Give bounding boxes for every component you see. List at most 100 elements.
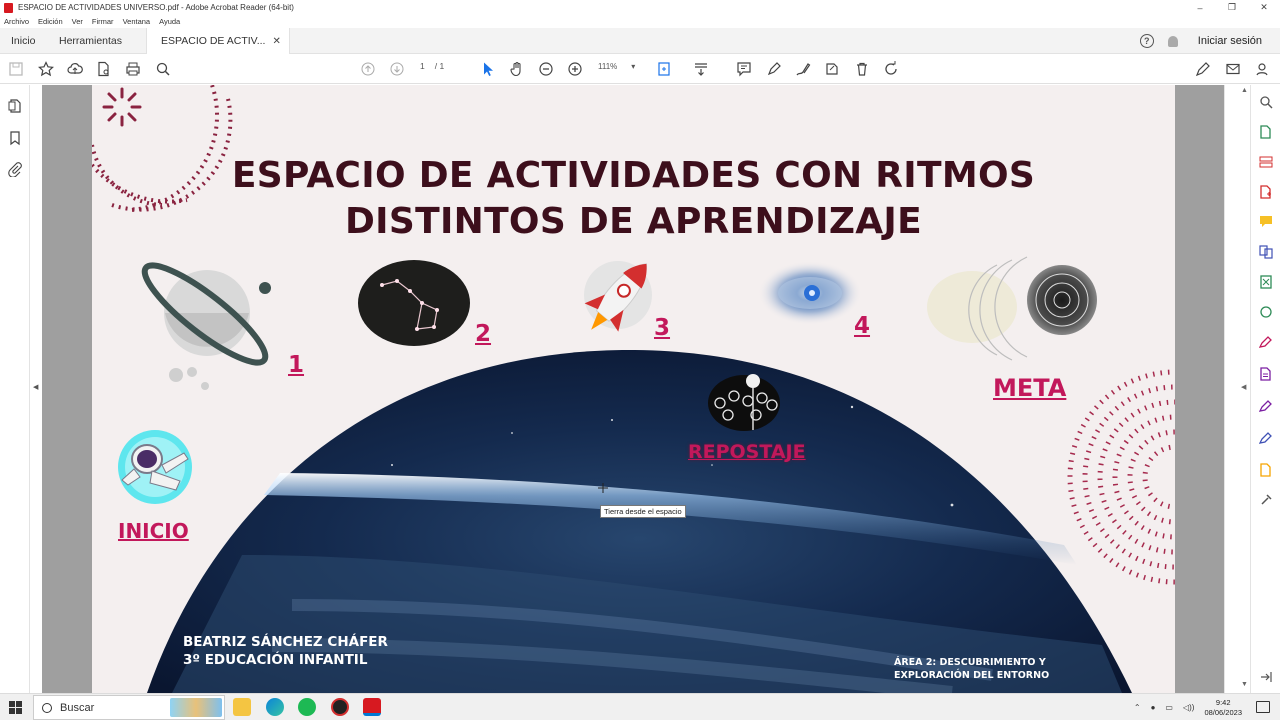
excel-export-icon[interactable] <box>1259 275 1273 289</box>
comment-icon[interactable] <box>735 60 753 78</box>
zoom-value: 111% <box>598 62 618 71</box>
acrobat-taskbar-icon[interactable] <box>363 698 381 716</box>
edit-pdf-icon[interactable] <box>1194 60 1212 78</box>
chevron-up-icon[interactable]: ⌃ <box>1134 703 1141 712</box>
menu-firmar[interactable]: Firmar <box>92 17 114 26</box>
zoom-select[interactable]: 111% ▾ <box>598 62 635 71</box>
sign-in-button[interactable]: Iniciar sesión <box>1198 35 1262 47</box>
menu-edicion[interactable]: Edición <box>38 17 63 26</box>
delete-icon[interactable] <box>853 60 871 78</box>
rotate-icon[interactable] <box>882 60 900 78</box>
menu-ventana[interactable]: Ventana <box>123 17 151 26</box>
menu-ayuda[interactable]: Ayuda <box>159 17 180 26</box>
goal-link[interactable]: META <box>993 374 1066 402</box>
curriculum-area: ÁREA 2: DESCUBRIMIENTO Y EXPLORACIÓN DEL… <box>894 656 1049 682</box>
scroll-up-icon[interactable]: ▲ <box>1241 87 1248 94</box>
print-icon[interactable] <box>124 60 142 78</box>
network-icon[interactable]: ▭ <box>1165 703 1173 712</box>
page-fit-icon[interactable] <box>656 60 674 78</box>
comment-tool-icon[interactable] <box>1259 215 1273 229</box>
chevron-down-icon: ▾ <box>631 62 636 71</box>
start-link[interactable]: INICIO <box>118 519 189 543</box>
menu-ver[interactable]: Ver <box>72 17 83 26</box>
close-button[interactable]: ✕ <box>1248 0 1280 15</box>
save-icon[interactable] <box>7 60 25 78</box>
organize-pages-icon[interactable] <box>1259 155 1273 169</box>
scroll-mode-icon[interactable] <box>692 60 710 78</box>
galaxy-4-image[interactable] <box>758 261 862 325</box>
minimize-button[interactable]: – <box>1184 0 1216 15</box>
microphone-icon[interactable]: ● <box>1151 703 1156 712</box>
prev-page-icon[interactable] <box>359 60 377 78</box>
highlight-pen-icon[interactable] <box>765 60 783 78</box>
collapse-panel-icon[interactable] <box>1259 670 1273 684</box>
fill-sign-icon[interactable] <box>823 60 841 78</box>
refuel-link[interactable]: REPOSTAJE <box>688 441 806 463</box>
step-1-link[interactable]: 1 <box>288 352 304 378</box>
step-4-link[interactable]: 4 <box>854 313 870 339</box>
zoom-search-icon[interactable] <box>1259 95 1273 109</box>
document-viewport[interactable]: ESPACIO DE ACTIVIDADES CON RITMOS DISTIN… <box>42 85 1224 693</box>
spotify-icon[interactable] <box>298 698 316 716</box>
tab-herramientas[interactable]: Herramientas <box>59 28 122 54</box>
page-thumbnails-icon[interactable] <box>6 97 24 115</box>
step-3-link[interactable]: 3 <box>654 315 670 341</box>
tab-close-icon[interactable]: ✕ <box>272 36 280 47</box>
vertical-scrollbar[interactable]: ▲ ▼ ◀ <box>1224 85 1250 693</box>
rocket-3-image[interactable] <box>574 250 663 344</box>
maximize-button[interactable]: ❐ <box>1216 0 1248 15</box>
sign-tool-icon[interactable] <box>1259 335 1273 349</box>
left-panel-toggle[interactable]: ◀ <box>30 85 42 693</box>
combine-files-icon[interactable] <box>1259 245 1273 259</box>
file-explorer-icon[interactable] <box>233 698 251 716</box>
tab-inicio[interactable]: Inicio <box>11 28 36 54</box>
select-cursor-icon[interactable] <box>479 60 497 78</box>
taskbar-search[interactable]: Buscar <box>33 695 225 720</box>
zoom-out-icon[interactable] <box>537 60 555 78</box>
menu-archivo[interactable]: Archivo <box>4 17 29 26</box>
volume-icon[interactable]: ◁)) <box>1183 703 1194 712</box>
search-icon <box>42 702 52 713</box>
scroll-down-icon[interactable]: ▼ <box>1241 681 1248 688</box>
area-line-2: EXPLORACIÓN DEL ENTORNO <box>894 670 1050 681</box>
tab-document[interactable]: ESPACIO DE ACTIV... ✕ <box>146 28 290 54</box>
windows-start-icon[interactable] <box>9 701 22 714</box>
fill-form-icon[interactable] <box>1259 431 1273 445</box>
protect-icon[interactable] <box>1259 463 1273 477</box>
clock[interactable]: 9:42 08/06/2023 <box>1204 698 1242 718</box>
constellation-2-image[interactable] <box>358 260 470 346</box>
astronaut-start-image[interactable] <box>118 430 192 504</box>
chevron-left-icon: ◀ <box>33 384 39 391</box>
notifications-icon[interactable] <box>1256 701 1270 713</box>
bell-icon[interactable] <box>1167 35 1178 47</box>
attachment-icon[interactable] <box>6 160 24 178</box>
hand-tool-icon[interactable] <box>508 60 526 78</box>
bookmark-icon[interactable] <box>6 129 24 147</box>
export-pdf-icon[interactable] <box>1259 125 1273 139</box>
search-icon[interactable] <box>154 60 172 78</box>
planet-1-image[interactable] <box>134 253 276 390</box>
mail-icon[interactable] <box>1224 60 1242 78</box>
help-icon[interactable]: ? <box>1139 34 1154 48</box>
create-pdf-icon[interactable] <box>1259 185 1273 199</box>
edge-browser-icon[interactable] <box>266 698 284 716</box>
author-grade: 3º EDUCACIÓN INFANTIL <box>183 652 368 668</box>
star-icon[interactable] <box>37 60 55 78</box>
request-sign-icon[interactable] <box>1259 399 1273 413</box>
zoom-in-icon[interactable] <box>566 60 584 78</box>
system-tray: ⌃ ● ▭ ◁)) 9:42 08/06/2023 <box>1134 694 1242 721</box>
page-number-input[interactable]: 1 <box>420 61 425 71</box>
account-icon[interactable] <box>1253 60 1271 78</box>
step-2-link[interactable]: 2 <box>475 321 491 347</box>
chrome-icon[interactable] <box>331 698 349 716</box>
right-panel-toggle-icon[interactable]: ◀ <box>1241 383 1246 391</box>
more-tools-icon[interactable] <box>1259 493 1273 507</box>
file-search-icon[interactable] <box>95 60 113 78</box>
portal-goal-image[interactable] <box>927 256 1097 361</box>
author-block: BEATRIZ SÁNCHEZ CHÁFER 3º EDUCACIÓN INFA… <box>183 633 388 669</box>
upload-cloud-icon[interactable] <box>66 60 84 78</box>
scan-icon[interactable] <box>1259 305 1273 319</box>
draw-icon[interactable] <box>794 60 812 78</box>
next-page-icon[interactable] <box>388 60 406 78</box>
document-tool-icon[interactable] <box>1259 367 1273 381</box>
